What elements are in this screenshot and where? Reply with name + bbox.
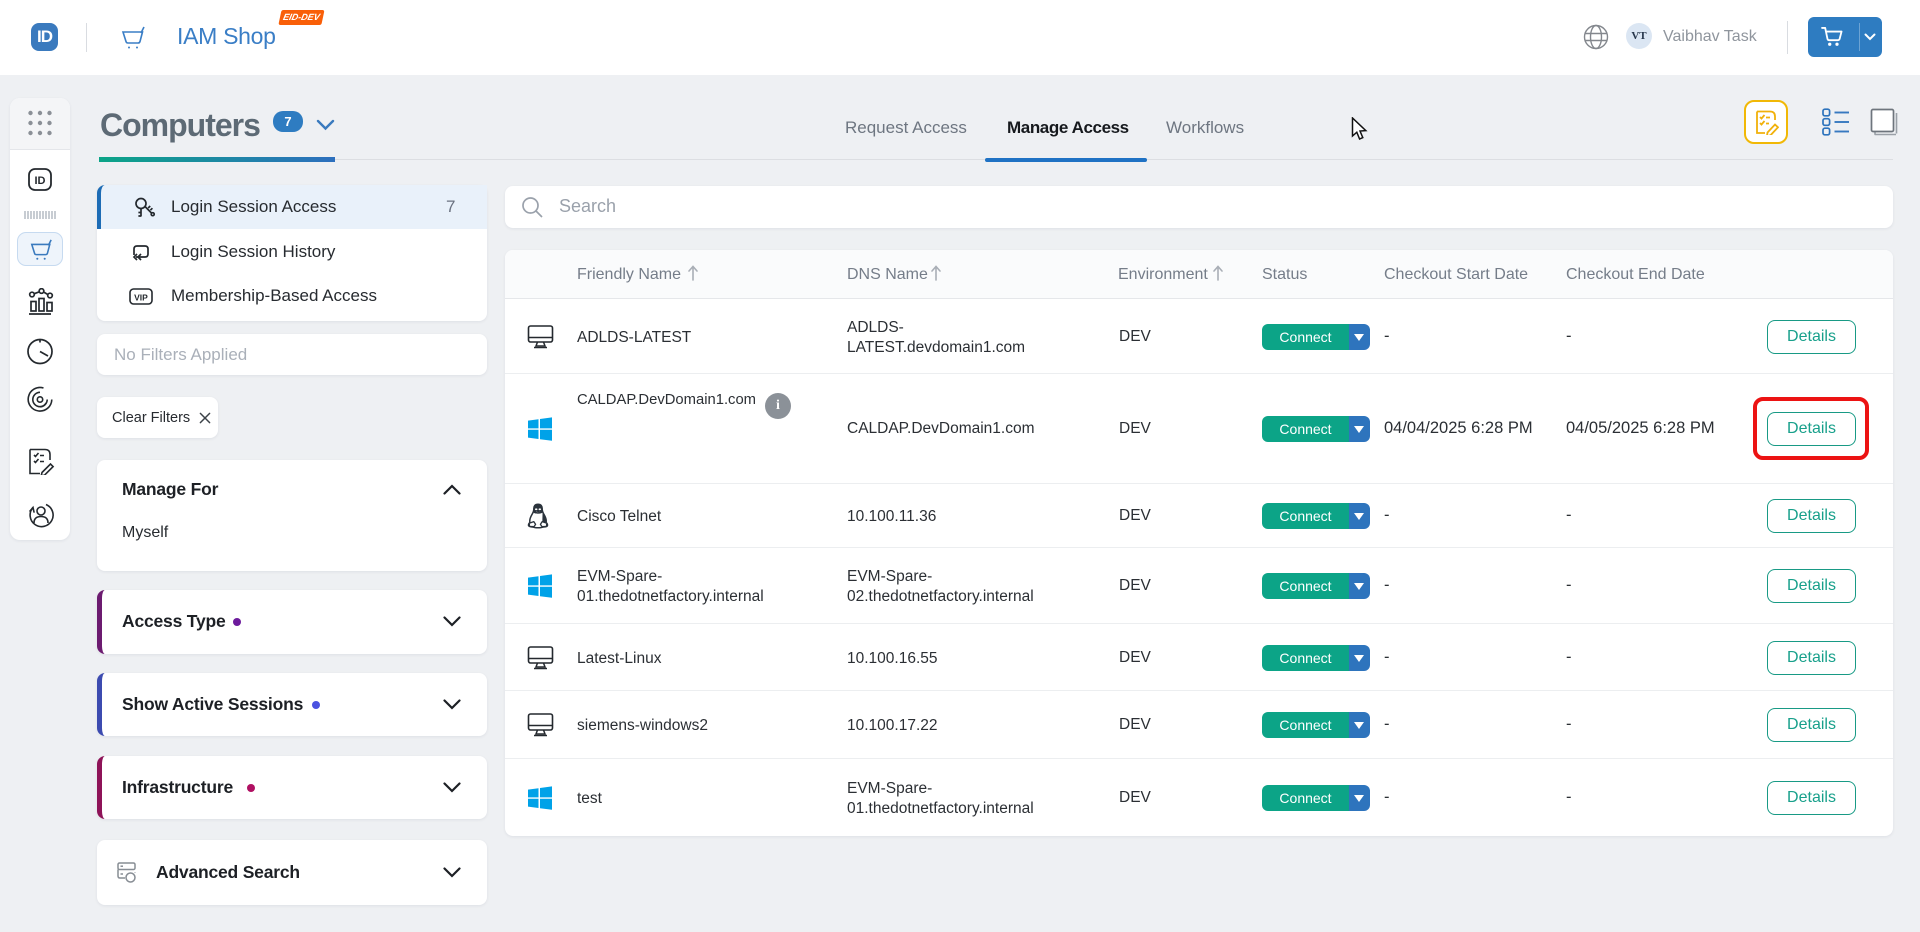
svg-text:VIP: VIP [134,293,148,303]
svg-text:ID: ID [35,175,46,187]
